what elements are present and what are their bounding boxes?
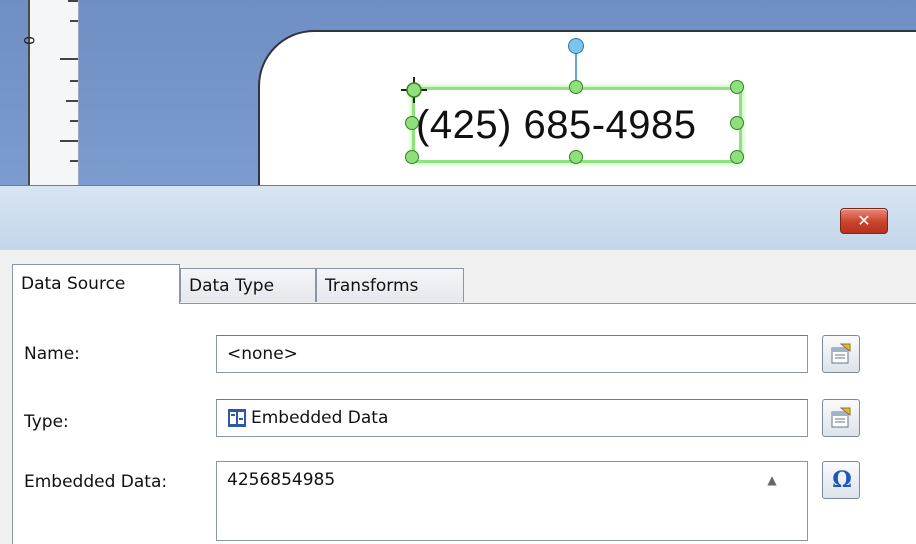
drawing-canvas[interactable]: 0 (425) 685-4985 (0, 0, 916, 185)
tab-transforms[interactable]: Transforms (316, 268, 464, 302)
embedded-data-icon (228, 409, 246, 427)
vertical-ruler (28, 0, 79, 185)
ruler-zero-label: 0 (20, 36, 36, 45)
tab-label: Data Source (21, 274, 126, 294)
resize-handle-bottom-left[interactable] (405, 150, 419, 164)
name-properties-button[interactable] (822, 335, 860, 373)
shape-data-dialog: ✕ Data Source Data Type Transforms Name:… (0, 185, 916, 544)
insert-symbol-button[interactable]: Ω (822, 461, 860, 499)
resize-handle-top[interactable] (569, 80, 583, 94)
omega-icon: Ω (832, 467, 852, 493)
properties-icon (831, 407, 851, 428)
name-field[interactable]: <none> (216, 335, 808, 373)
resize-handle-bottom-right[interactable] (730, 150, 744, 164)
dialog-title-bar[interactable]: ✕ (0, 186, 916, 250)
resize-handle-top-right[interactable] (730, 80, 744, 94)
type-field[interactable]: Embedded Data (216, 399, 808, 437)
scroll-up-arrow-icon[interactable]: ▲ (758, 466, 786, 494)
close-icon: ✕ (857, 211, 871, 230)
pin-handle-icon[interactable] (400, 76, 428, 104)
type-label: Type: (24, 412, 69, 432)
rotation-handle[interactable] (568, 38, 584, 54)
embedded-data-label: Embedded Data: (24, 472, 168, 492)
resize-handle-left[interactable] (405, 116, 419, 130)
tab-data-source[interactable]: Data Source (12, 264, 180, 304)
name-label: Name: (24, 344, 80, 364)
properties-icon (831, 343, 851, 364)
type-properties-button[interactable] (822, 399, 860, 437)
phone-number-shape-text[interactable]: (425) 685-4985 (416, 96, 736, 154)
close-button[interactable]: ✕ (840, 208, 888, 234)
tab-data-type[interactable]: Data Type (180, 268, 316, 302)
tab-label: Transforms (325, 276, 419, 296)
type-value: Embedded Data (251, 408, 389, 428)
resize-handle-right[interactable] (730, 116, 744, 130)
resize-handle-bottom[interactable] (569, 150, 583, 164)
tab-label: Data Type (189, 276, 275, 296)
embedded-data-textarea[interactable]: 4256854985 (216, 461, 808, 541)
